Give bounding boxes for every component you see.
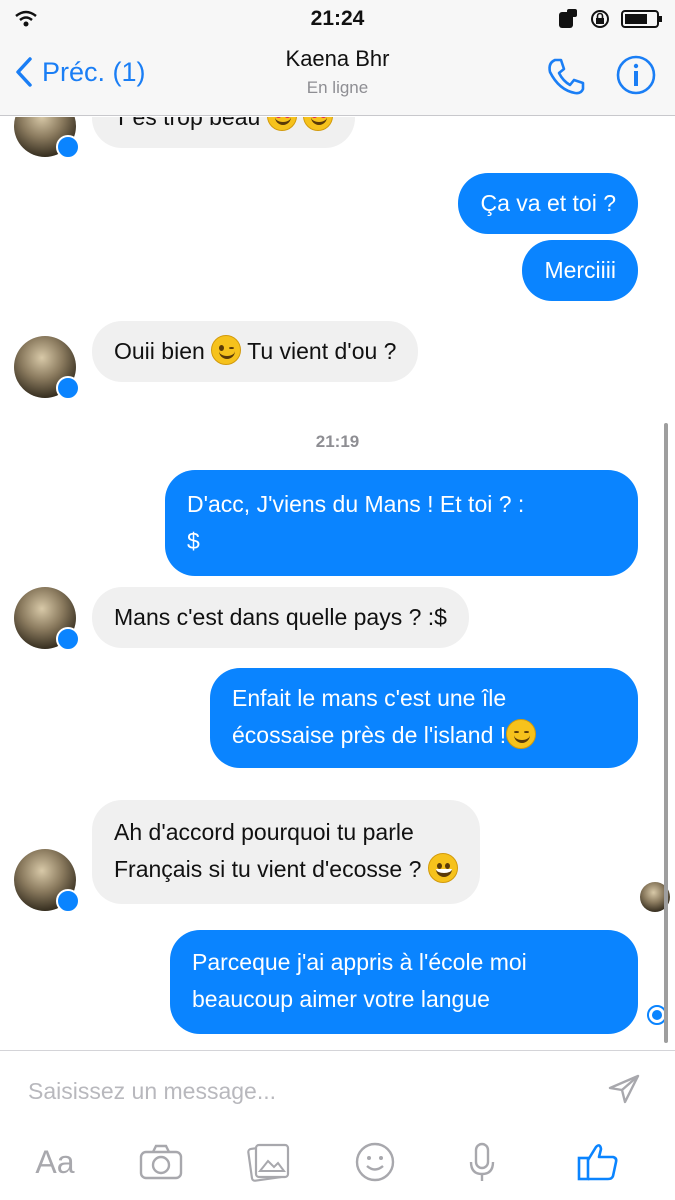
message-text-line: Ah d'accord pourquoi tu parle (114, 819, 414, 845)
text-format-label: Aa (35, 1143, 75, 1180)
heart-eyes-emoji-icon (303, 117, 334, 131)
smiley-icon (355, 1142, 395, 1182)
message-text: Ouii bien (114, 338, 205, 364)
message-thread[interactable]: T'es trop beau Ça va et toi ? Merciiii O… (0, 117, 675, 1050)
voice-button[interactable] (462, 1139, 502, 1185)
message-text-line: écossaise près de l'island ! (232, 717, 616, 754)
message-incoming: Ouii bien Tu vient d'ou ? (92, 321, 419, 382)
message-bubble[interactable]: Ça va et toi ? (458, 173, 638, 234)
messenger-badge-icon (56, 376, 80, 400)
info-icon[interactable] (615, 54, 657, 96)
message-bubble[interactable]: T'es trop beau (92, 117, 356, 148)
message-text-line: Enfait le mans c'est une île (232, 685, 507, 711)
message-outgoing: Merciiii (522, 240, 638, 301)
text-format-button[interactable]: Aa (28, 1139, 82, 1185)
messenger-badge-icon (56, 627, 80, 651)
gallery-button[interactable] (245, 1139, 293, 1185)
message-text: écossaise près de l'island ! (232, 722, 507, 748)
like-button[interactable] (574, 1139, 622, 1185)
message-text-line: beaucoup aimer votre langue (192, 986, 490, 1012)
messenger-badge-icon (56, 135, 80, 159)
messenger-badge-icon (56, 889, 80, 913)
message-outgoing: Enfait le mans c'est une île écossaise p… (210, 668, 638, 768)
message-text-line: D'acc, J'viens du Mans ! Et toi ? : (187, 491, 525, 517)
composer-toolbar: Aa (0, 1139, 675, 1189)
message-bubble[interactable]: Mans c'est dans quelle pays ? :$ (92, 587, 469, 648)
message-text-line: Parceque j'ai appris à l'école moi (192, 949, 527, 975)
status-icons (557, 8, 663, 30)
send-arrow-icon[interactable] (607, 1073, 641, 1105)
emoji-button[interactable] (352, 1139, 398, 1185)
message-text: Français si tu vient d'ecosse ? (114, 856, 422, 882)
wink-emoji-icon (211, 335, 242, 365)
messenger-status-icon (559, 9, 577, 28)
camera-button[interactable] (137, 1139, 185, 1185)
message-bubble[interactable]: Merciiii (522, 240, 638, 301)
message-bubble[interactable]: Enfait le mans c'est une île écossaise p… (210, 668, 638, 768)
message-outgoing: Ça va et toi ? (458, 173, 638, 234)
grinning-emoji-icon (427, 853, 458, 883)
message-outgoing: D'acc, J'viens du Mans ! Et toi ? : $ (165, 470, 638, 576)
gallery-icon (247, 1143, 290, 1182)
heart-eyes-emoji-icon (266, 117, 297, 131)
message-bubble[interactable]: D'acc, J'viens du Mans ! Et toi ? : $ (165, 470, 638, 576)
message-text-line: Français si tu vient d'ecosse ? (114, 851, 458, 888)
timestamp-divider: 21:19 (315, 432, 360, 451)
conversation-header: Préc. (1) Kaena Bhr En ligne (0, 36, 675, 116)
smiling-blush-emoji-icon (506, 719, 537, 749)
message-incoming: Ah d'accord pourquoi tu parle Français s… (92, 800, 480, 904)
microphone-icon (469, 1142, 495, 1181)
message-text: T'es trop beau (114, 117, 261, 130)
orientation-lock-icon (591, 10, 609, 28)
composer: Aa (0, 1050, 675, 1200)
camera-icon (139, 1144, 183, 1180)
scrollbar[interactable] (664, 423, 668, 1043)
message-incoming: Mans c'est dans quelle pays ? :$ (92, 587, 469, 648)
status-bar: 21:24 (0, 0, 675, 36)
message-incoming: T'es trop beau (92, 117, 356, 148)
message-bubble[interactable]: Ouii bien Tu vient d'ou ? (92, 321, 419, 382)
message-text-line: $ (187, 528, 200, 554)
battery-icon (621, 10, 662, 28)
message-input[interactable] (28, 1071, 588, 1111)
message-outgoing: Parceque j'ai appris à l'école moi beauc… (170, 930, 638, 1034)
message-bubble[interactable]: Ah d'accord pourquoi tu parle Français s… (92, 800, 480, 904)
message-text: Tu vient d'ou ? (247, 338, 397, 364)
thumbs-up-icon (577, 1144, 618, 1181)
phone-icon[interactable] (543, 54, 587, 98)
message-bubble[interactable]: Parceque j'ai appris à l'école moi beauc… (170, 930, 638, 1034)
